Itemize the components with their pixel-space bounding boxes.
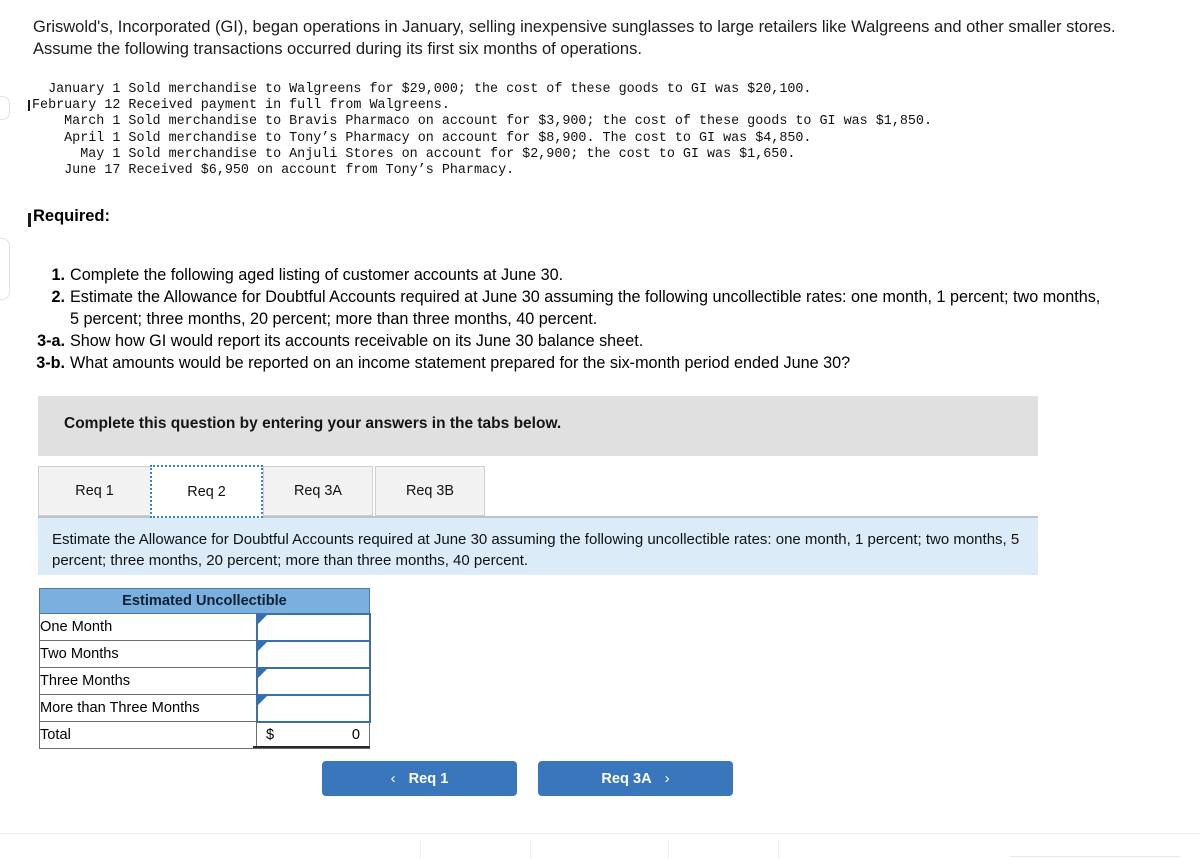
table-row: Two Months <box>39 639 371 669</box>
table-row: Three Months <box>39 666 371 696</box>
footer-divider <box>668 840 669 859</box>
row-label-total: Total <box>39 721 257 749</box>
footer-divider <box>778 840 779 859</box>
input-three-months[interactable] <box>255 666 371 696</box>
left-edge-tick-lower <box>28 213 31 227</box>
tab-req-2-label: Req 2 <box>187 483 226 500</box>
next-requirement-label: Req 3A <box>601 770 652 787</box>
prev-requirement-button[interactable]: ‹ Req 1 <box>322 761 517 796</box>
footer-rule <box>0 833 1200 834</box>
cell-marker-triangle-icon <box>257 668 267 678</box>
required-item-2: 2. Estimate the Allowance for Doubtful A… <box>33 286 1113 330</box>
required-heading: Required: <box>33 207 111 225</box>
instruction-banner-text: Complete this question by entering your … <box>64 415 562 432</box>
row-label-one-month: One Month <box>39 613 257 641</box>
left-edge-widget-top <box>0 96 10 120</box>
requirement-tabs: Req 1 Req 2 Req 3A Req 3B <box>38 465 1038 518</box>
row-label-more-than-three-months: More than Three Months <box>39 694 257 722</box>
table-header-estimated-uncollectible: Estimated Uncollectible <box>39 588 370 614</box>
left-edge-tick-upper <box>28 100 30 111</box>
required-item-3a-text: Show how GI would report its accounts re… <box>70 332 644 350</box>
row-label-three-months: Three Months <box>39 667 257 695</box>
tab-req-1[interactable]: Req 1 <box>38 466 151 516</box>
table-header-row: Estimated Uncollectible <box>39 588 370 614</box>
input-two-months[interactable] <box>255 639 371 669</box>
input-one-month[interactable] <box>255 612 371 642</box>
required-item-1: 1. Complete the following aged listing o… <box>33 264 1113 286</box>
next-requirement-button[interactable]: Req 3A › <box>538 761 733 796</box>
required-item-3a-number: 3-a. <box>37 332 65 350</box>
tab-req-2[interactable]: Req 2 <box>150 465 263 518</box>
total-currency-symbol: $ <box>266 726 275 743</box>
estimated-uncollectible-table: Estimated Uncollectible One Month Two Mo… <box>39 588 371 749</box>
required-item-2-number: 2. <box>51 288 65 306</box>
tab-req-3b-label: Req 3B <box>406 483 454 499</box>
tab-req-3a-label: Req 3A <box>294 483 342 499</box>
required-item-3b-number: 3-b. <box>36 354 65 372</box>
required-item-2-text: Estimate the Allowance for Doubtful Acco… <box>70 288 1101 328</box>
footer-divider <box>420 840 421 859</box>
required-item-3b-text: What amounts would be reported on an inc… <box>70 354 851 372</box>
instruction-banner: Complete this question by entering your … <box>38 396 1038 456</box>
row-label-two-months: Two Months <box>39 640 257 668</box>
chevron-right-icon: › <box>664 770 670 787</box>
transaction-list: January 1 Sold merchandise to Walgreens … <box>32 82 932 179</box>
total-value-cell: $ 0 <box>256 721 370 749</box>
problem-intro-paragraph: Griswold's, Incorporated (GI), began ope… <box>33 18 1116 58</box>
cell-marker-triangle-icon <box>257 695 267 705</box>
input-more-than-three-months[interactable] <box>255 693 371 723</box>
required-item-3b: 3-b. What amounts would be reported on a… <box>33 352 1113 374</box>
required-list: 1. Complete the following aged listing o… <box>33 264 1113 374</box>
question-instruction-panel: Estimate the Allowance for Doubtful Acco… <box>38 518 1038 575</box>
question-instruction-text: Estimate the Allowance for Doubtful Acco… <box>52 531 1020 569</box>
table-row: One Month <box>39 612 371 642</box>
tab-req-1-label: Req 1 <box>75 483 114 499</box>
left-edge-widget-bottom <box>0 238 10 300</box>
cell-marker-triangle-icon <box>257 614 267 624</box>
tab-req-3a[interactable]: Req 3A <box>263 466 373 516</box>
footer-bottom-line <box>1010 856 1180 857</box>
required-item-1-number: 1. <box>51 266 65 284</box>
required-item-1-text: Complete the following aged listing of c… <box>70 266 564 284</box>
chevron-left-icon: ‹ <box>390 770 396 787</box>
total-amount: 0 <box>351 726 360 743</box>
table-row: More than Three Months <box>39 693 371 723</box>
footer-divider <box>530 840 531 859</box>
cell-marker-triangle-icon <box>257 641 267 651</box>
table-total-row: Total $ 0 <box>39 721 370 749</box>
required-item-3a: 3-a. Show how GI would report its accoun… <box>33 330 1113 352</box>
total-cell-bottom-rule <box>253 746 370 748</box>
prev-requirement-label: Req 1 <box>408 770 449 787</box>
tab-req-3b[interactable]: Req 3B <box>375 466 485 516</box>
